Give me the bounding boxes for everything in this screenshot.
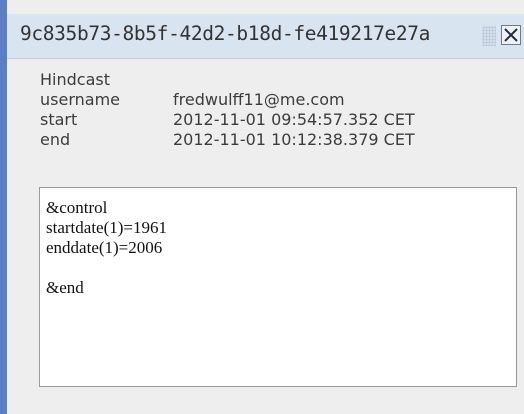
info-key: username	[40, 90, 120, 109]
info-value: fredwulff11@me.com	[173, 90, 345, 109]
dialog-window: 9c835b73-8b5f-42d2-b18d-fe419217e27a Hin…	[0, 0, 524, 414]
info-row-username: username fredwulff11@me.com	[40, 90, 415, 110]
title-bar[interactable]: 9c835b73-8b5f-42d2-b18d-fe419217e27a	[7, 14, 524, 59]
info-heading: Hindcast	[40, 70, 110, 89]
info-row-start: start 2012-11-01 09:54:57.352 CET	[40, 110, 415, 130]
info-row-end: end 2012-11-01 10:12:38.379 CET	[40, 130, 415, 150]
namelist-text-area[interactable]: &control startdate(1)=1961 enddate(1)=20…	[39, 187, 517, 387]
info-key: end	[40, 130, 71, 149]
drag-grip-icon[interactable]	[482, 26, 496, 46]
info-value: 2012-11-01 09:54:57.352 CET	[173, 110, 415, 129]
info-panel: Hindcast username fredwulff11@me.com star…	[40, 70, 415, 150]
text-line: enddate(1)=2006	[46, 238, 163, 257]
close-icon[interactable]	[501, 25, 521, 45]
window-title: 9c835b73-8b5f-42d2-b18d-fe419217e27a	[20, 22, 431, 45]
info-key: start	[40, 110, 78, 129]
info-value: 2012-11-01 10:12:38.379 CET	[173, 130, 415, 149]
text-line: startdate(1)=1961	[46, 218, 167, 237]
text-line: &control	[46, 198, 108, 217]
text-line	[46, 258, 510, 278]
text-line: &end	[46, 278, 84, 297]
